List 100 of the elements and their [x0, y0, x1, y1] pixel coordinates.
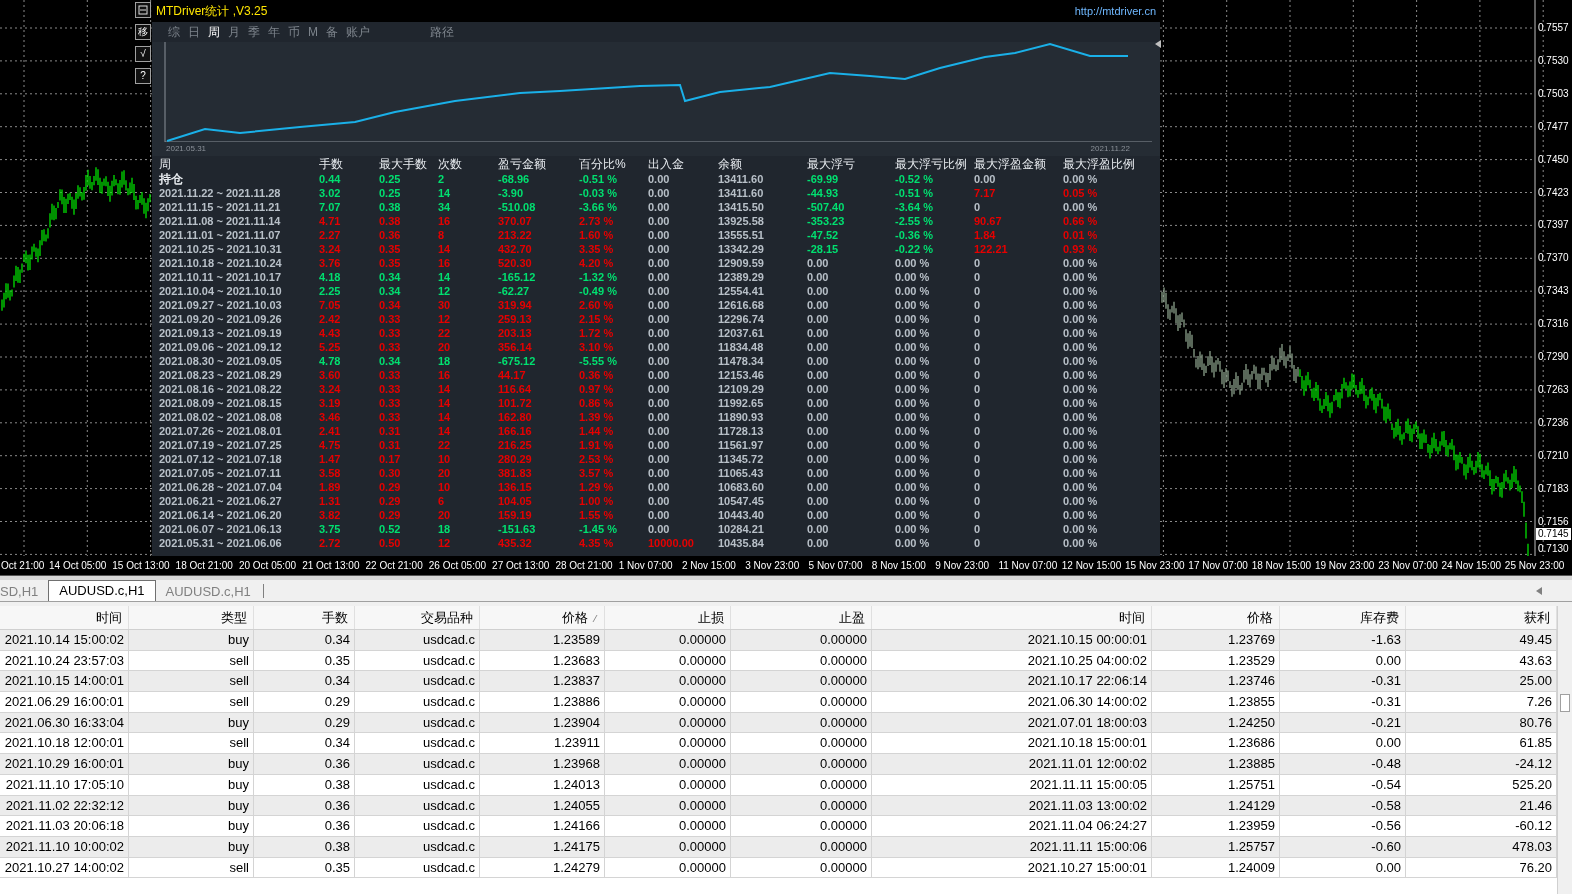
table-cell: 0.00 — [974, 173, 996, 185]
table-cell: 0.00 % — [1063, 271, 1098, 283]
table-cell: 0.00 — [648, 467, 670, 479]
column-header[interactable]: 手数 — [254, 606, 355, 629]
table-cell: -0.21 — [1280, 712, 1406, 733]
table-cell: 14 — [438, 271, 451, 283]
table-cell: -0.60 — [1280, 836, 1406, 857]
table-cell: 0.00000 — [731, 671, 872, 692]
table-cell: 13555.51 — [718, 229, 764, 241]
table-cell: 2021.10.15 14:00:01 — [0, 671, 129, 692]
tab[interactable]: M — [308, 24, 318, 40]
panel-button[interactable]: √ — [135, 46, 151, 62]
table-cell: 3.57 % — [579, 467, 614, 479]
table-cell: 0.00 % — [1063, 537, 1098, 549]
table-cell: 1.24279 — [480, 857, 605, 878]
minimize-button[interactable] — [135, 2, 151, 18]
table-cell: 1.23968 — [480, 754, 605, 774]
price-tick: 0.7290 — [1538, 351, 1569, 363]
tab[interactable]: 账户 — [346, 24, 370, 40]
table-cell: 1.23837 — [480, 671, 605, 692]
scroll-left-icon[interactable] — [1536, 587, 1542, 595]
table-cell: -0.58 — [1280, 795, 1406, 816]
tab[interactable]: 币 — [288, 24, 300, 40]
table-cell: 0.00 — [648, 187, 670, 199]
table-cell: 0.00000 — [605, 754, 731, 774]
table-cell: 0.00 — [648, 439, 670, 451]
table-cell: 0 — [974, 285, 981, 297]
table-cell: 0.00 — [648, 523, 670, 535]
table-cell: 1.47 — [319, 453, 341, 465]
column-header[interactable]: 价格 — [480, 606, 605, 629]
table-cell: 1.25757 — [1152, 836, 1280, 857]
time-label: 17 Nov 07:00 — [1187, 559, 1249, 573]
table-cell: 0.29 — [254, 692, 355, 712]
column-header[interactable]: 时间 — [872, 606, 1152, 629]
table-cell: 0.31 — [379, 425, 401, 437]
table-cell: 104.05 — [498, 495, 532, 507]
table-cell: 4.71 — [319, 215, 341, 227]
table-cell: 0.00000 — [731, 733, 872, 754]
table-cell: 0.33 — [379, 397, 401, 409]
table-cell: 0.00000 — [605, 774, 731, 795]
tab[interactable]: 月 — [228, 24, 240, 40]
table-cell: -3.90 — [498, 187, 524, 199]
table-cell: 0.00 — [648, 481, 670, 493]
table-cell: 2021.11.22 ~ 2021.11.28 — [159, 187, 281, 199]
table-cell: -0.22 % — [895, 243, 933, 255]
time-label: 28 Oct 21:00 — [554, 559, 614, 573]
panel-button[interactable]: ? — [135, 68, 151, 84]
tab[interactable]: 周 — [208, 24, 220, 40]
panel-button[interactable]: 移 — [135, 24, 151, 40]
column-header[interactable]: 交易品种 — [355, 606, 480, 629]
table-cell: 0.86 % — [579, 397, 614, 409]
column-header[interactable]: 类型 — [129, 606, 254, 629]
table-cell: 0.00000 — [731, 816, 872, 836]
table-cell: 0 — [974, 481, 981, 493]
chart-tab[interactable]: AUDUSD.c,H1 — [48, 580, 156, 601]
table-cell: 159.19 — [498, 509, 532, 521]
chart-tab[interactable]: AUDUSD.c,H1 — [155, 582, 261, 601]
tab[interactable]: 季 — [248, 24, 260, 40]
table-cell: -165.12 — [498, 271, 536, 283]
table-cell: 0.00 % — [1063, 509, 1098, 521]
table-cell: 0.00 % — [1063, 425, 1098, 437]
table-cell: 216.25 — [498, 439, 532, 451]
table-cell: 0.00 % — [895, 383, 930, 395]
table-cell: 12909.59 — [718, 257, 764, 269]
table-cell: 0.35 — [254, 857, 355, 878]
column-header[interactable]: 止盈 — [731, 606, 872, 629]
table-cell: -28.15 — [807, 243, 839, 255]
path-button[interactable]: 路径 — [430, 24, 454, 40]
tab[interactable]: 备 — [326, 24, 338, 40]
table-cell: 0.34 — [379, 355, 401, 367]
table-cell: 0.00000 — [731, 712, 872, 733]
time-label: 12 Nov 15:00 — [1060, 559, 1123, 573]
collapse-arrow-icon[interactable] — [1155, 40, 1161, 48]
table-cell: 0.00 — [807, 271, 829, 283]
column-header[interactable]: 库存费 — [1280, 606, 1406, 629]
tab[interactable]: 年 — [268, 24, 280, 40]
table-cell: 2.15 % — [579, 313, 614, 325]
table-cell: 116.64 — [498, 383, 532, 395]
table-cell: 16 — [438, 257, 451, 269]
table-cell: 0.00 — [807, 495, 829, 507]
table-cell: 0.00 — [648, 341, 670, 353]
scrollbar-thumb[interactable] — [1560, 694, 1570, 712]
table-cell: usdcad.c — [355, 857, 480, 878]
table-cell: 1.39 % — [579, 411, 614, 423]
table-cell: 0.00 % — [895, 299, 930, 311]
time-label: 25 Nov 23:00 — [1503, 559, 1566, 573]
table-cell: 3.76 — [319, 257, 341, 269]
table-cell: buy — [129, 774, 254, 795]
table-cell: 2021.08.16 ~ 2021.08.22 — [159, 383, 282, 395]
table-cell: -62.27 — [498, 285, 530, 297]
tab[interactable]: 日 — [188, 24, 200, 40]
table-cell: 10683.60 — [718, 481, 764, 493]
table-cell: 0 — [974, 425, 981, 437]
column-header[interactable]: 价格 — [1152, 606, 1280, 629]
column-header[interactable]: 止损 — [605, 606, 731, 629]
tab[interactable]: 综 — [168, 24, 180, 40]
column-header[interactable]: 时间 — [0, 606, 129, 629]
table-cell: 2021.10.24 23:57:03 — [0, 650, 129, 671]
scrollbar[interactable] — [1557, 606, 1572, 894]
table-cell: 2021.08.09 ~ 2021.08.15 — [159, 397, 282, 409]
